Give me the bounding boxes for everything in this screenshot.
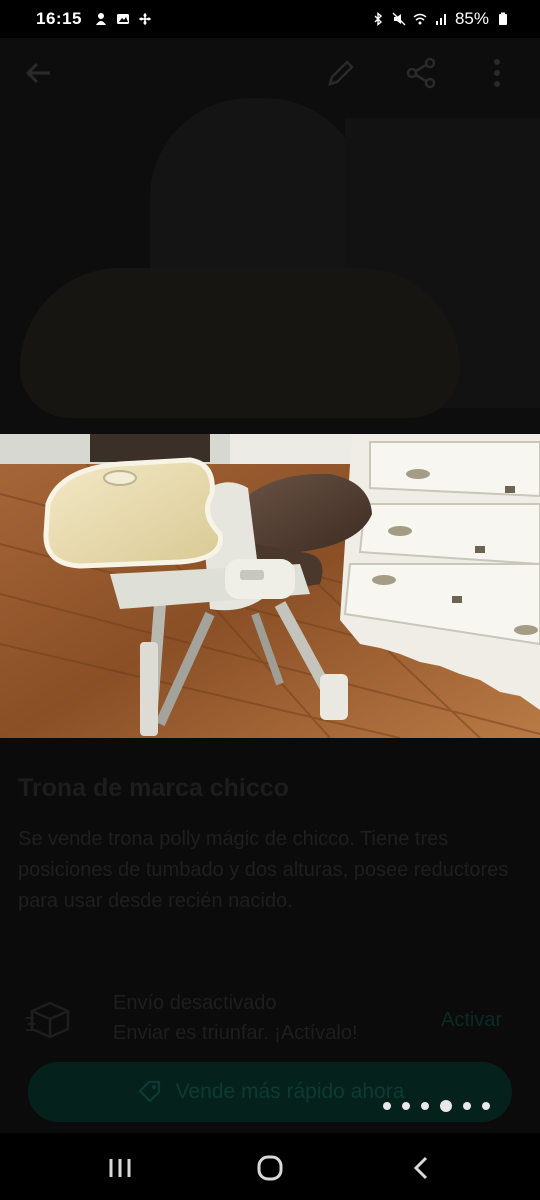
notification-icon xyxy=(95,13,106,25)
status-time: 16:15 xyxy=(36,9,82,28)
edit-pencil-icon[interactable] xyxy=(324,56,358,90)
share-icon[interactable] xyxy=(404,56,438,90)
activate-shipping-link[interactable]: Activar xyxy=(441,1009,502,1032)
shipping-status-title: Envío desactivado xyxy=(113,992,277,1014)
carousel-dot-active[interactable] xyxy=(440,1100,452,1112)
shipping-status-subtitle: Enviar es triunfar. ¡Actívalo! xyxy=(113,1022,358,1044)
carousel-dot[interactable] xyxy=(402,1102,410,1110)
listing-details: Trona de marca chicco Se vende trona pol… xyxy=(0,738,540,1133)
high-chair-photo xyxy=(0,434,540,738)
listing-photo[interactable] xyxy=(0,434,540,738)
back-icon[interactable] xyxy=(407,1153,437,1183)
sell-faster-button[interactable]: Vende más rápido ahora xyxy=(28,1062,512,1122)
battery-percent: 85% xyxy=(454,9,489,28)
home-icon[interactable] xyxy=(255,1153,285,1183)
status-bar: 16:15 85% xyxy=(0,0,540,38)
package-icon xyxy=(26,1001,70,1039)
back-arrow-icon[interactable] xyxy=(22,56,56,90)
listing-description: Se vende trona polly mágic de chicco. Ti… xyxy=(18,828,509,912)
signal-icon xyxy=(435,14,446,25)
top-bar xyxy=(0,38,540,108)
bluetooth-icon xyxy=(374,12,383,26)
system-nav-bar xyxy=(0,1133,540,1200)
app-screen: 16:15 85% Trona de marca chicco Se vende… xyxy=(0,0,540,1200)
wifi-icon xyxy=(413,13,427,25)
fan-icon xyxy=(138,13,151,25)
sell-faster-label: Vende más rápido ahora xyxy=(175,1080,405,1103)
carousel-dot[interactable] xyxy=(463,1102,471,1110)
status-left-icons xyxy=(94,12,152,26)
status-right-icons: 85% xyxy=(371,9,510,29)
recents-icon[interactable] xyxy=(105,1153,135,1183)
battery-icon xyxy=(499,12,507,25)
lightning-tag-icon xyxy=(138,1080,160,1103)
more-options-icon[interactable] xyxy=(480,56,514,90)
carousel-dot[interactable] xyxy=(482,1102,490,1110)
listing-title: Trona de marca chicco xyxy=(18,774,289,802)
background-tray-shape xyxy=(20,268,460,418)
photo-carousel-indicator xyxy=(383,1100,490,1112)
mute-icon xyxy=(392,12,406,26)
carousel-dot[interactable] xyxy=(421,1102,429,1110)
carousel-dot[interactable] xyxy=(383,1102,391,1110)
gallery-icon xyxy=(116,14,129,24)
